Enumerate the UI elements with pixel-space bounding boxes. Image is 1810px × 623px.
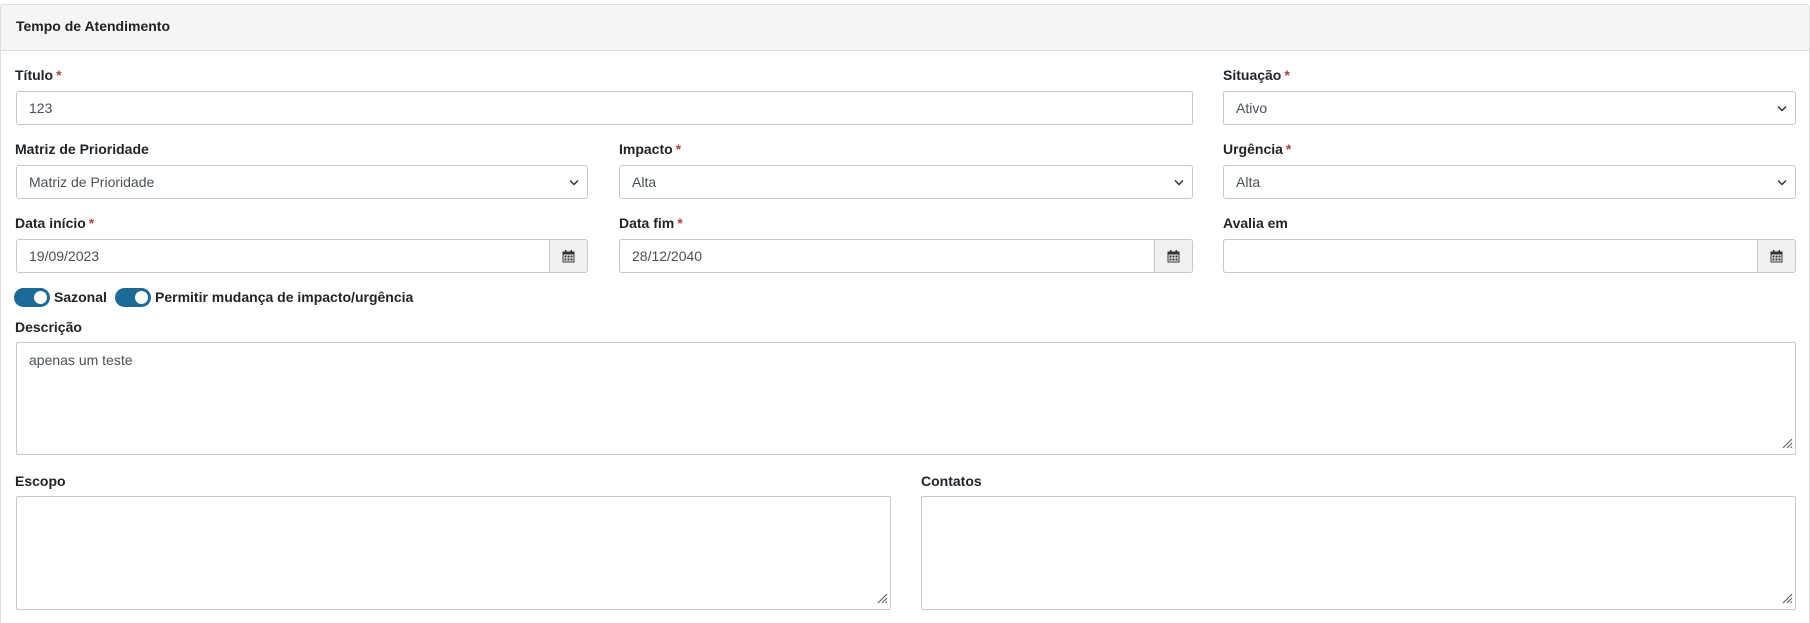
sazonal-label: Sazonal — [54, 289, 107, 305]
escopo-label: Escopo — [15, 473, 66, 489]
situacao-label: Situação * — [1223, 67, 1290, 83]
impacto-select[interactable]: Alta — [619, 165, 1193, 199]
titulo-label-text: Título — [15, 67, 54, 83]
sazonal-toggle[interactable] — [14, 288, 50, 307]
data-inicio-value: 19/09/2023 — [29, 248, 100, 264]
descricao-label-text: Descrição — [15, 319, 82, 335]
situacao-select[interactable]: Ativo — [1223, 91, 1796, 125]
escopo-textarea[interactable] — [16, 496, 891, 610]
matriz-select[interactable]: Matriz de Prioridade — [16, 165, 588, 199]
data-inicio-label: Data início * — [15, 215, 94, 231]
resize-grip-icon[interactable] — [876, 591, 888, 607]
data-inicio-label-text: Data início — [15, 215, 86, 231]
resize-grip-icon[interactable] — [1781, 591, 1793, 607]
matriz-label: Matriz de Prioridade — [15, 141, 149, 157]
urgencia-select[interactable]: Alta — [1223, 165, 1796, 199]
calendar-icon[interactable] — [1154, 240, 1192, 272]
required-marker: * — [677, 215, 683, 231]
chevron-down-icon — [569, 166, 579, 198]
avalia-em-input[interactable] — [1223, 239, 1796, 273]
data-inicio-input[interactable]: 19/09/2023 — [16, 239, 588, 273]
resize-grip-icon[interactable] — [1781, 436, 1793, 452]
impacto-value: Alta — [632, 174, 657, 190]
calendar-icon[interactable] — [1757, 240, 1795, 272]
escopo-label-text: Escopo — [15, 473, 66, 489]
panel-header: Tempo de Atendimento — [1, 5, 1809, 51]
permitir-mudanca-toggle[interactable] — [115, 288, 151, 307]
titulo-value: 123 — [29, 100, 53, 116]
toggle-knob — [34, 291, 47, 304]
descricao-label: Descrição — [15, 319, 82, 335]
titulo-label: Título * — [15, 67, 62, 83]
urgencia-label-text: Urgência — [1223, 141, 1283, 157]
titulo-input[interactable]: 123 — [16, 91, 1193, 125]
data-fim-label: Data fim * — [619, 215, 683, 231]
toggle-knob — [135, 291, 148, 304]
chevron-down-icon — [1777, 92, 1787, 124]
data-fim-value: 28/12/2040 — [632, 248, 703, 264]
situacao-label-text: Situação — [1223, 67, 1282, 83]
descricao-value: apenas um teste — [29, 352, 133, 368]
required-marker: * — [1284, 67, 1290, 83]
chevron-down-icon — [1777, 166, 1787, 198]
permitir-mudanca-label: Permitir mudança de impacto/urgência — [155, 289, 414, 305]
avalia-em-label-text: Avalia em — [1223, 215, 1288, 231]
matriz-value: Matriz de Prioridade — [29, 174, 155, 190]
urgencia-value: Alta — [1236, 174, 1261, 190]
impacto-label-text: Impacto — [619, 141, 673, 157]
matriz-label-text: Matriz de Prioridade — [15, 141, 149, 157]
contatos-label: Contatos — [921, 473, 982, 489]
calendar-icon[interactable] — [549, 240, 587, 272]
required-marker: * — [56, 67, 62, 83]
impacto-label: Impacto * — [619, 141, 681, 157]
urgencia-label: Urgência * — [1223, 141, 1291, 157]
situacao-value: Ativo — [1236, 100, 1268, 116]
required-marker: * — [675, 141, 682, 157]
data-fim-label-text: Data fim — [619, 215, 675, 231]
panel-title: Tempo de Atendimento — [16, 18, 170, 34]
avalia-em-label: Avalia em — [1223, 215, 1288, 231]
contatos-label-text: Contatos — [921, 473, 982, 489]
descricao-textarea[interactable]: apenas um teste — [16, 342, 1796, 455]
contatos-textarea[interactable] — [921, 496, 1796, 610]
required-marker: * — [1285, 141, 1292, 157]
required-marker: * — [88, 215, 95, 231]
chevron-down-icon — [1174, 166, 1184, 198]
data-fim-input[interactable]: 28/12/2040 — [619, 239, 1193, 273]
